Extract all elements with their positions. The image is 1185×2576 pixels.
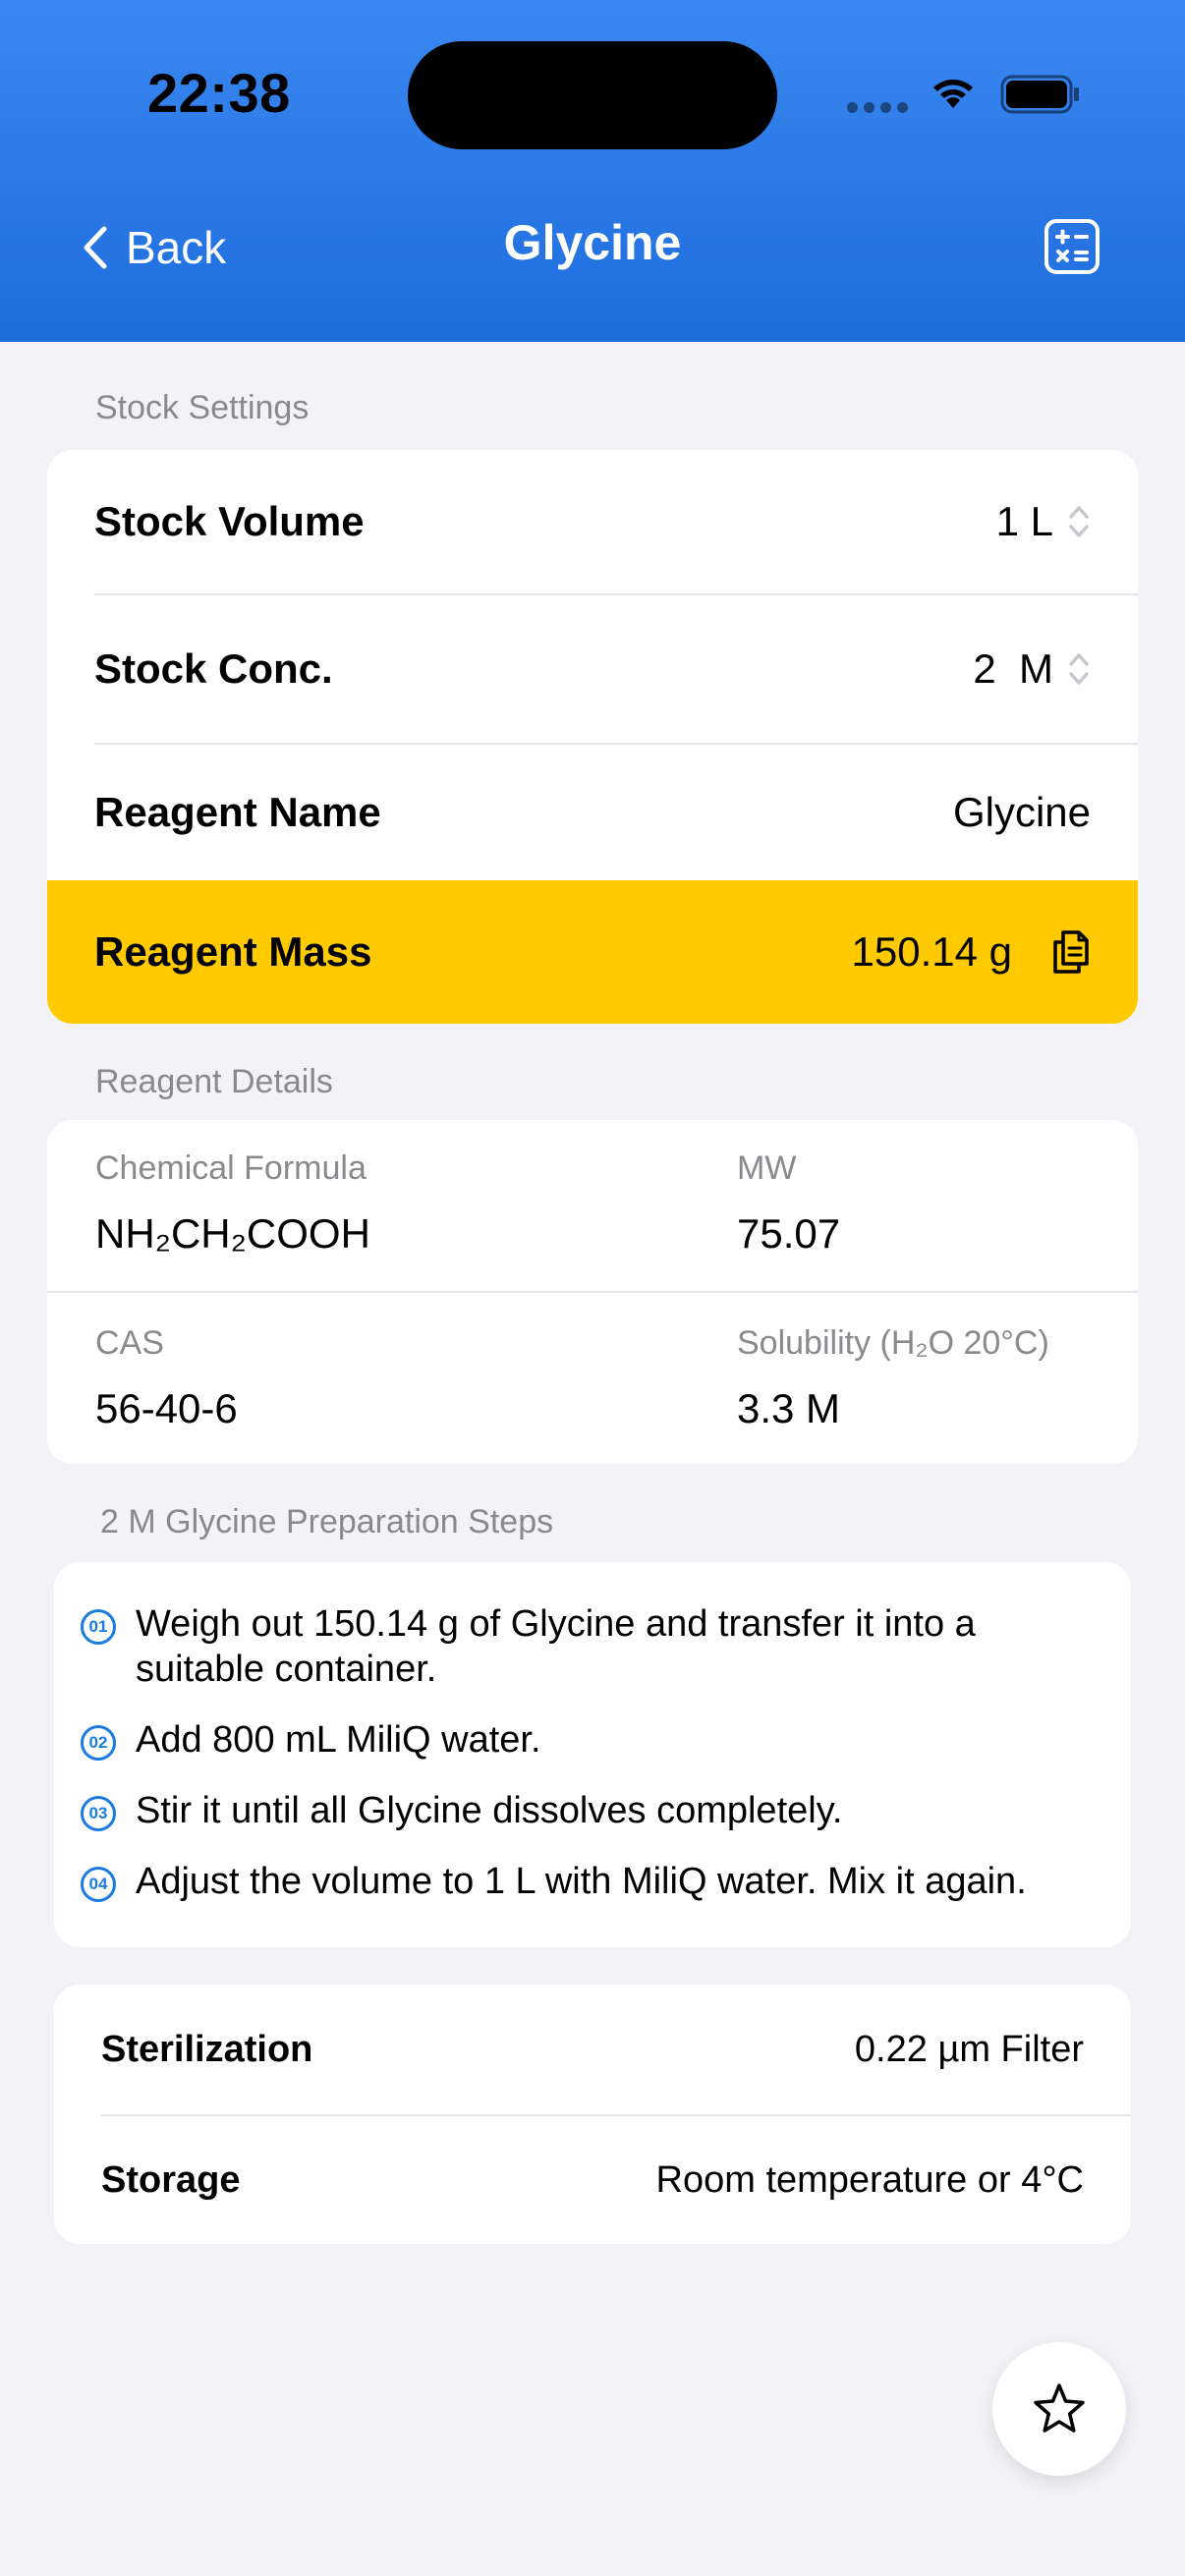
chevron-up-down-icon <box>1069 506 1089 537</box>
calculator-icon[interactable] <box>1044 218 1100 275</box>
handling-card: Sterilization 0.22 µm Filter Storage Roo… <box>54 1985 1131 2244</box>
step-number-icon: 03 <box>81 1796 116 1831</box>
reagent-details-card: Chemical Formula NH₂CH₂COOH MW 75.07 CAS… <box>47 1120 1138 1464</box>
step-text: Weigh out 150.14 g of Glycine and transf… <box>136 1603 976 1645</box>
stock-settings-card: Stock Volume 1 L Stock Conc. 2 M Reagent… <box>47 450 1138 1024</box>
list-item: 04 Adjust the volume to 1 L with MiliQ w… <box>81 1859 1092 1904</box>
reagent-name-label: Reagent Name <box>94 789 381 835</box>
storage-row: Storage Room temperature or 4°C <box>54 2116 1131 2244</box>
list-item: 02 Add 800 mL MiliQ water. <box>81 1717 1092 1763</box>
favorite-button[interactable] <box>992 2342 1126 2476</box>
reagent-name-row[interactable]: Reagent Name Glycine <box>47 745 1138 880</box>
preparation-steps-card: 01 Weigh out 150.14 g of Glycine and tra… <box>54 1562 1131 1947</box>
copy-icon[interactable] <box>1051 928 1091 976</box>
sterilization-row: Sterilization 0.22 µm Filter <box>54 1985 1131 2114</box>
stock-conc-value: 2 M <box>973 645 1053 692</box>
list-item: 03 Stir it until all Glycine dissolves c… <box>81 1788 1092 1833</box>
page-title: Glycine <box>503 215 682 270</box>
stock-volume-value: 1 L <box>995 498 1053 544</box>
mw-label: MW <box>737 1149 797 1187</box>
cas-value: 56-40-6 <box>95 1385 238 1431</box>
stock-volume-row[interactable]: Stock Volume 1 L <box>47 450 1138 593</box>
nav-header: 22:38 Back Glycine <box>0 0 1185 342</box>
step-number-icon: 01 <box>81 1609 116 1645</box>
stock-settings-label: Stock Settings <box>95 389 310 426</box>
star-icon <box>1034 2383 1085 2433</box>
step-number-icon: 04 <box>81 1867 116 1902</box>
reagent-mass-value: 150.14 g <box>851 928 1013 975</box>
step-text: Stir it until all Glycine dissolves comp… <box>136 1790 843 1831</box>
sterilization-value: 0.22 µm Filter <box>854 2028 1084 2070</box>
stock-conc-label: Stock Conc. <box>94 645 333 692</box>
divider <box>47 1291 1138 1293</box>
storage-value: Room temperature or 4°C <box>655 2158 1084 2201</box>
step-text: Add 800 mL MiliQ water. <box>136 1719 541 1761</box>
list-item: 01 Weigh out 150.14 g of Glycine and tra… <box>81 1601 1092 1692</box>
formula-label: Chemical Formula <box>95 1149 367 1187</box>
status-time: 22:38 <box>147 62 291 124</box>
wifi-icon <box>933 80 973 108</box>
step-number-icon: 02 <box>81 1725 116 1761</box>
sterilization-label: Sterilization <box>101 2028 313 2070</box>
stock-volume-label: Stock Volume <box>94 498 365 544</box>
reagent-details-label: Reagent Details <box>95 1063 333 1100</box>
battery-icon <box>1000 75 1079 114</box>
step-text: suitable container. <box>136 1649 437 1690</box>
formula-value: NH₂CH₂COOH <box>95 1210 370 1257</box>
chevron-up-down-icon <box>1069 653 1089 685</box>
mw-value: 75.07 <box>737 1210 841 1257</box>
step-text: Adjust the volume to 1 L with MiliQ wate… <box>136 1861 1027 1902</box>
dynamic-island <box>408 41 777 149</box>
cas-label: CAS <box>95 1324 164 1362</box>
solubility-label: Solubility (H₂O 20°C) <box>737 1324 1049 1362</box>
storage-label: Storage <box>101 2158 241 2201</box>
reagent-mass-label: Reagent Mass <box>94 928 372 975</box>
reagent-name-value: Glycine <box>952 789 1091 835</box>
preparation-steps-label: 2 M Glycine Preparation Steps <box>100 1503 554 1540</box>
solubility-value: 3.3 M <box>737 1385 841 1431</box>
reagent-mass-row: Reagent Mass 150.14 g <box>47 880 1138 1024</box>
stock-conc-row[interactable]: Stock Conc. 2 M <box>47 595 1138 743</box>
cellular-signal-icon <box>847 102 908 113</box>
